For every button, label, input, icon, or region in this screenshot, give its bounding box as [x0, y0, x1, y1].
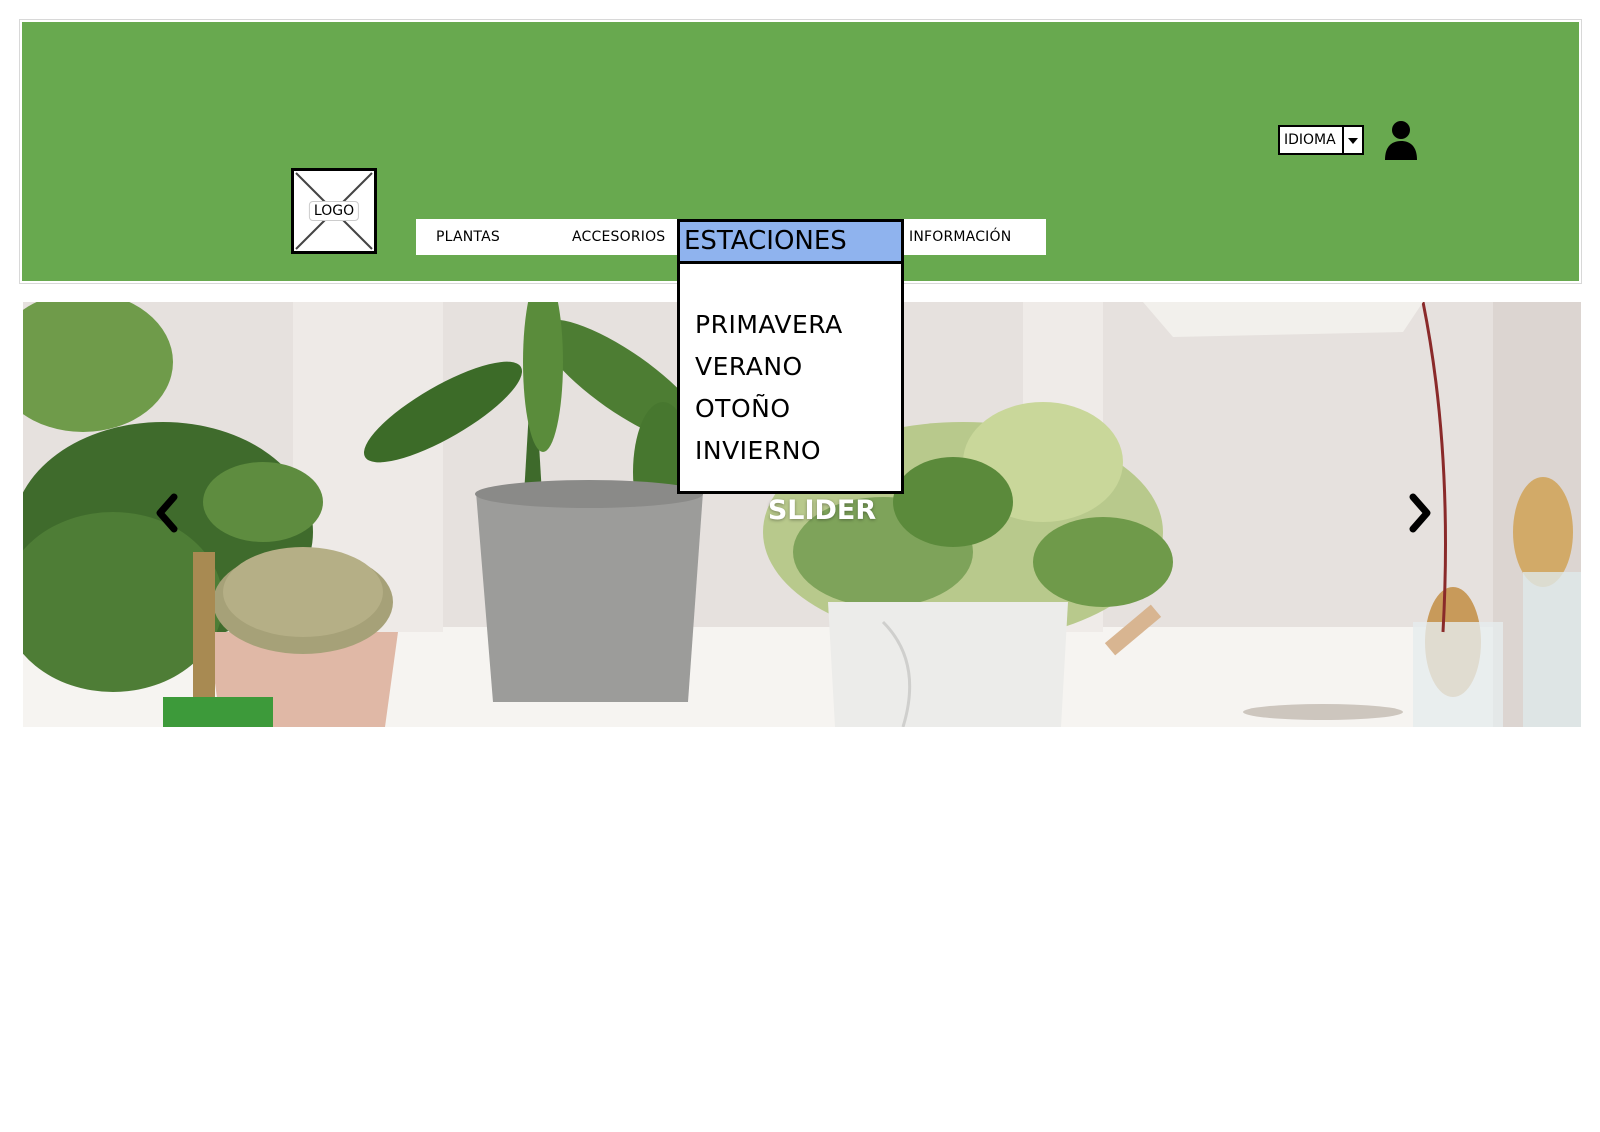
nav-item-plantas[interactable]: PLANTAS: [436, 219, 500, 255]
menu-item-verano[interactable]: VERANO: [695, 346, 901, 388]
estaciones-menu: PRIMAVERA VERANO OTOÑO INVIERNO: [680, 264, 901, 472]
chevron-right-icon[interactable]: [1403, 489, 1437, 537]
chevron-left-icon[interactable]: [150, 489, 184, 537]
language-select-value: IDIOMA: [1284, 132, 1336, 148]
nav-item-accesorios[interactable]: ACCESORIOS: [572, 219, 665, 255]
menu-item-primavera[interactable]: PRIMAVERA: [695, 304, 901, 346]
chevron-down-icon[interactable]: [1342, 127, 1362, 153]
language-select[interactable]: IDIOMA: [1278, 125, 1364, 155]
logo-label: LOGO: [308, 201, 360, 221]
user-icon[interactable]: [1384, 120, 1418, 160]
menu-item-invierno[interactable]: INVIERNO: [695, 430, 901, 472]
menu-item-otono[interactable]: OTOÑO: [695, 388, 901, 430]
slider-label: SLIDER: [767, 495, 877, 526]
nav-item-estaciones[interactable]: ESTACIONES: [680, 222, 901, 264]
estaciones-dropdown: ESTACIONES PRIMAVERA VERANO OTOÑO INVIER…: [677, 219, 904, 494]
logo[interactable]: LOGO: [291, 168, 377, 254]
nav-item-informacion[interactable]: INFORMACIÓN: [909, 219, 1011, 255]
